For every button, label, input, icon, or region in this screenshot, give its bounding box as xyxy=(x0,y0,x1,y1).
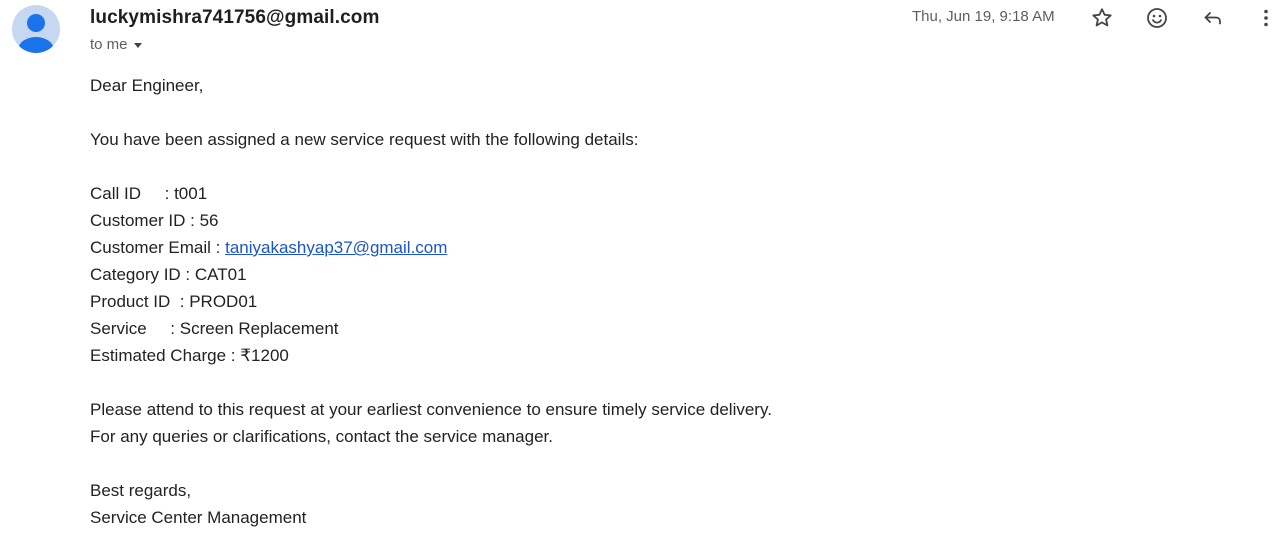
emoji-reaction-icon xyxy=(1147,8,1167,28)
recipient-dropdown[interactable]: to me xyxy=(90,36,142,53)
queries-line: For any queries or clarifications, conta… xyxy=(90,427,553,446)
call-id-line: Call ID : t001 xyxy=(90,184,208,203)
star-button[interactable] xyxy=(1087,3,1117,33)
customer-email-label: Customer Email : xyxy=(90,238,226,257)
service-line: Service : Screen Replacement xyxy=(90,319,339,338)
intro-line: You have been assigned a new service req… xyxy=(90,130,639,149)
request-line: Please attend to this request at your ea… xyxy=(90,400,772,419)
estimated-charge-line: Estimated Charge : ₹1200 xyxy=(90,346,289,365)
star-icon xyxy=(1092,8,1112,27)
more-vertical-icon xyxy=(1264,9,1268,27)
chevron-down-icon xyxy=(133,43,142,48)
sender-email[interactable]: luckymishra741756@gmail.com xyxy=(90,7,380,29)
signature-line: Service Center Management xyxy=(90,508,307,527)
more-options-button[interactable] xyxy=(1252,3,1280,33)
message-date: Thu, Jun 19, 9:18 AM xyxy=(912,8,1055,25)
closing-line: Best regards, xyxy=(90,481,192,500)
product-id-line: Product ID : PROD01 xyxy=(90,292,258,311)
customer-id-line: Customer ID : 56 xyxy=(90,211,219,230)
greeting: Dear Engineer, xyxy=(90,76,204,95)
recipient-label: to me xyxy=(90,36,128,53)
customer-email-line: Customer Email : taniyakashyap37@gmail.c… xyxy=(90,234,772,261)
message-body: Dear Engineer, You have been assigned a … xyxy=(90,72,772,531)
reply-icon xyxy=(1204,12,1221,25)
add-reaction-button[interactable] xyxy=(1142,3,1172,33)
category-id-line: Category ID : CAT01 xyxy=(90,265,247,284)
person-icon xyxy=(18,14,54,53)
sender-avatar[interactable] xyxy=(12,5,60,53)
customer-email-link[interactable]: taniyakashyap37@gmail.com xyxy=(225,238,447,257)
reply-button[interactable] xyxy=(1198,3,1228,33)
